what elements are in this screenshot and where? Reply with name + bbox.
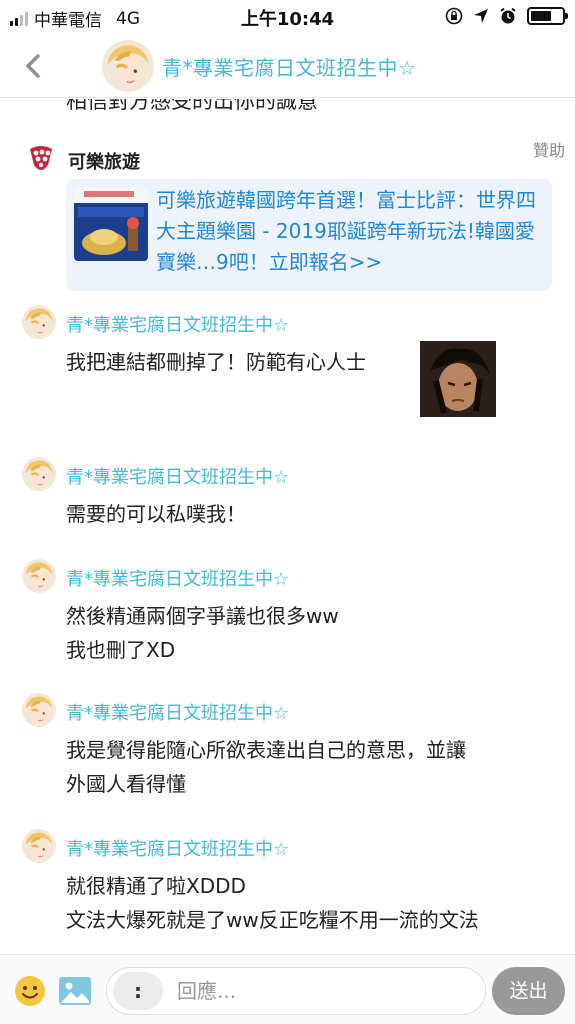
message-line: 然後精通兩個字爭議也很多ww (66, 604, 339, 628)
sponsored-label: 贊助 (532, 141, 565, 160)
message-text: 我是覺得能隨心所欲表達出自己的意思，並讓 外國人看得懂 (66, 733, 466, 801)
ad-text-link[interactable]: 可樂旅遊韓國跨年首選！富士比評：世界四大主題樂園 - 2019耶誕跨年新玩法!韓… (156, 185, 546, 278)
sender-avatar[interactable] (22, 693, 56, 727)
status-bar: 中華電信 4G 上午10:44 (0, 0, 575, 34)
advertiser-logo-icon (30, 146, 52, 170)
ad-thumbnail (74, 187, 148, 261)
header-avatar[interactable] (102, 40, 154, 92)
header-title[interactable]: 青*專業宅腐日文班招生中☆ (162, 52, 416, 81)
sender-avatar[interactable] (22, 829, 56, 863)
alarm-icon (500, 7, 516, 24)
battery-fill (531, 11, 551, 21)
reply-input[interactable] (177, 976, 477, 1006)
message-line: 文法大爆死就是了ww反正吃糧不用一流的文法 (66, 908, 479, 932)
message-text: 然後精通兩個字爭議也很多ww 我也刪了XD (66, 599, 339, 667)
input-bar: : 送出 (0, 954, 575, 1024)
chat-thread[interactable]: 相信對方感受的出你的誠意 贊助 可樂旅遊 可樂旅遊韓國跨年首選！富士比評：世界四… (0, 99, 575, 954)
more-options-button[interactable]: : (113, 972, 163, 1010)
message-line: 需要的可以私噗我！ (66, 502, 246, 526)
sender-name[interactable]: 青*專業宅腐日文班招生中☆ (66, 699, 289, 725)
emoji-icon[interactable] (14, 975, 46, 1007)
sender-avatar[interactable] (22, 457, 56, 491)
location-icon (474, 9, 488, 23)
message-line: 我也刪了XD (66, 638, 176, 662)
reply-box: : (106, 967, 486, 1015)
rotation-lock-icon (445, 7, 463, 25)
previous-message-text: 相信對方感受的出你的誠意 (66, 99, 318, 113)
ad-card[interactable]: 可樂旅遊韓國跨年首選！富士比評：世界四大主題樂園 - 2019耶誕跨年新玩法!韓… (66, 179, 552, 291)
sender-name[interactable]: 青*專業宅腐日文班招生中☆ (66, 463, 289, 489)
message-line: 我是覺得能隨心所欲表達出自己的意思，並讓 (66, 738, 466, 762)
sender-name[interactable]: 青*專業宅腐日文班招生中☆ (66, 565, 289, 591)
message-text: 需要的可以私噗我！ (66, 497, 246, 531)
status-right (445, 7, 568, 25)
send-button[interactable]: 送出 (492, 967, 565, 1015)
message-text: 我把連結都刪掉了！防範有心人士 (66, 345, 366, 379)
sender-avatar[interactable] (22, 559, 56, 593)
chat-header: 青*專業宅腐日文班招生中☆ (0, 34, 575, 98)
advertiser-name[interactable]: 可樂旅遊 (68, 148, 140, 174)
sender-name[interactable]: 青*專業宅腐日文班招生中☆ (66, 311, 289, 337)
sender-name[interactable]: 青*專業宅腐日文班招生中☆ (66, 835, 289, 861)
battery-icon (527, 7, 568, 25)
message-line: 就很精通了啦XDDD (66, 874, 246, 898)
message-text: 就很精通了啦XDDD 文法大爆死就是了ww反正吃糧不用一流的文法 (66, 869, 479, 937)
back-arrow-icon[interactable] (18, 48, 48, 84)
sticker-image[interactable] (420, 341, 496, 417)
image-icon[interactable] (58, 975, 92, 1007)
message-line: 我把連結都刪掉了！防範有心人士 (66, 350, 366, 374)
sender-avatar[interactable] (22, 305, 56, 339)
message-line: 外國人看得懂 (66, 772, 186, 796)
